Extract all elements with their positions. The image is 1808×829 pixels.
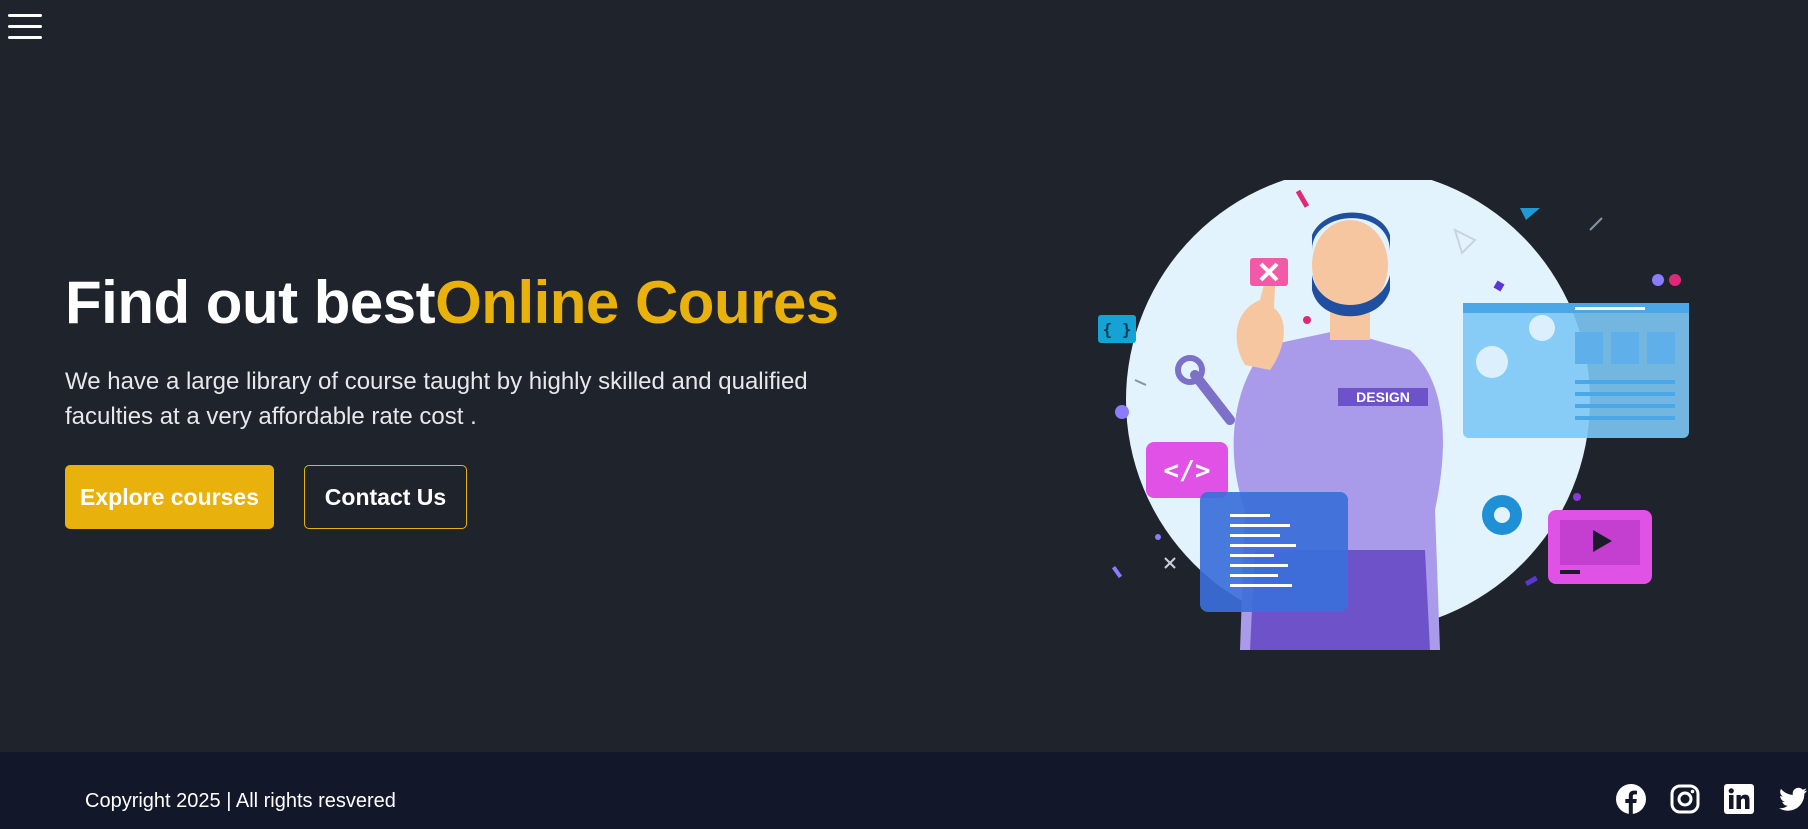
contact-us-button[interactable]: Contact Us <box>304 465 467 529</box>
instagram-icon[interactable] <box>1670 784 1700 814</box>
hero-title: Find out bestOnline Coures <box>65 268 925 338</box>
explore-courses-button[interactable]: Explore courses <box>65 465 274 529</box>
hero-section: Find out bestOnline Coures We have a lar… <box>65 268 925 529</box>
twitter-icon[interactable] <box>1778 784 1808 814</box>
social-links <box>1616 784 1808 814</box>
hamburger-menu-icon[interactable] <box>8 14 42 44</box>
hero-description: We have a large library of course taught… <box>65 368 808 430</box>
design-badge-text: DESIGN <box>1356 389 1410 405</box>
hero-illustration: { } DESIGN </> <box>1090 168 1700 655</box>
footer: Copyright 2025 | All rights resvered <box>0 752 1808 829</box>
linkedin-icon[interactable] <box>1724 784 1754 814</box>
hero-title-plain: Find out best <box>65 269 436 336</box>
copyright-text: Copyright 2025 | All rights resvered <box>85 790 396 812</box>
facebook-icon[interactable] <box>1616 784 1646 814</box>
svg-text:{ }: { } <box>1103 320 1132 339</box>
svg-text:</>: </> <box>1164 456 1211 486</box>
hero-title-accent: Online Coures <box>435 269 839 336</box>
hero-buttons: Explore courses Contact Us <box>65 465 925 529</box>
